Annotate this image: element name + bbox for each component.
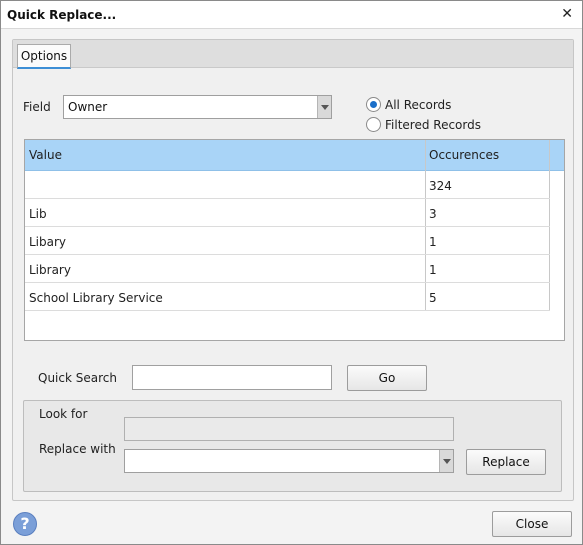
tab-options[interactable]: Options <box>17 44 71 69</box>
options-panel: Options Field Owner All Records Filtered… <box>12 39 574 501</box>
go-button[interactable]: Go <box>347 365 427 391</box>
cell-occurrences: 324 <box>429 179 452 193</box>
title-bar: Quick Replace... ✕ <box>1 1 582 29</box>
cell-occurrences: 5 <box>429 291 437 305</box>
close-button[interactable]: Close <box>492 511 572 537</box>
radio-all-records-label: All Records <box>385 98 452 112</box>
replace-with-label: Replace with <box>39 442 116 456</box>
values-grid: Value Occurences 324 Lib 3 Libary 1 Libr… <box>24 139 565 341</box>
column-header-occurrences[interactable]: Occurences <box>429 148 499 162</box>
tab-strip: Options <box>13 40 573 69</box>
grid-header: Value Occurences <box>25 140 564 171</box>
field-label: Field <box>23 100 51 114</box>
table-row[interactable]: 324 <box>25 171 550 199</box>
look-for-label: Look for <box>39 407 88 421</box>
table-row[interactable]: School Library Service 5 <box>25 283 550 311</box>
quick-search-input[interactable] <box>132 365 332 390</box>
help-icon[interactable]: ? <box>13 512 37 536</box>
cell-value: Lib <box>29 207 47 221</box>
column-header-value[interactable]: Value <box>29 148 62 162</box>
cell-occurrences: 3 <box>429 207 437 221</box>
close-icon[interactable]: ✕ <box>561 6 573 22</box>
chevron-down-icon[interactable] <box>317 96 331 118</box>
field-dropdown[interactable]: Owner <box>63 95 332 119</box>
radio-filtered-records[interactable] <box>366 117 381 132</box>
radio-all-records[interactable] <box>366 97 381 112</box>
field-dropdown-value: Owner <box>68 100 108 114</box>
replace-button[interactable]: Replace <box>466 449 546 475</box>
quick-search-label: Quick Search <box>38 371 117 385</box>
table-row[interactable]: Libary 1 <box>25 227 550 255</box>
look-for-field[interactable] <box>124 417 454 441</box>
replace-group: Look for Replace with Replace <box>23 400 562 492</box>
cell-occurrences: 1 <box>429 263 437 277</box>
cell-occurrences: 1 <box>429 235 437 249</box>
table-row[interactable]: Library 1 <box>25 255 550 283</box>
cell-value: Library <box>29 263 71 277</box>
table-row[interactable]: Lib 3 <box>25 199 550 227</box>
replace-with-dropdown[interactable] <box>124 449 454 473</box>
cell-value: School Library Service <box>29 291 163 305</box>
quick-replace-dialog: Quick Replace... ✕ Options Field Owner A… <box>0 0 583 545</box>
dialog-title: Quick Replace... <box>7 8 117 22</box>
chevron-down-icon[interactable] <box>439 450 453 472</box>
radio-filtered-records-label: Filtered Records <box>385 118 481 132</box>
cell-value: Libary <box>29 235 67 249</box>
